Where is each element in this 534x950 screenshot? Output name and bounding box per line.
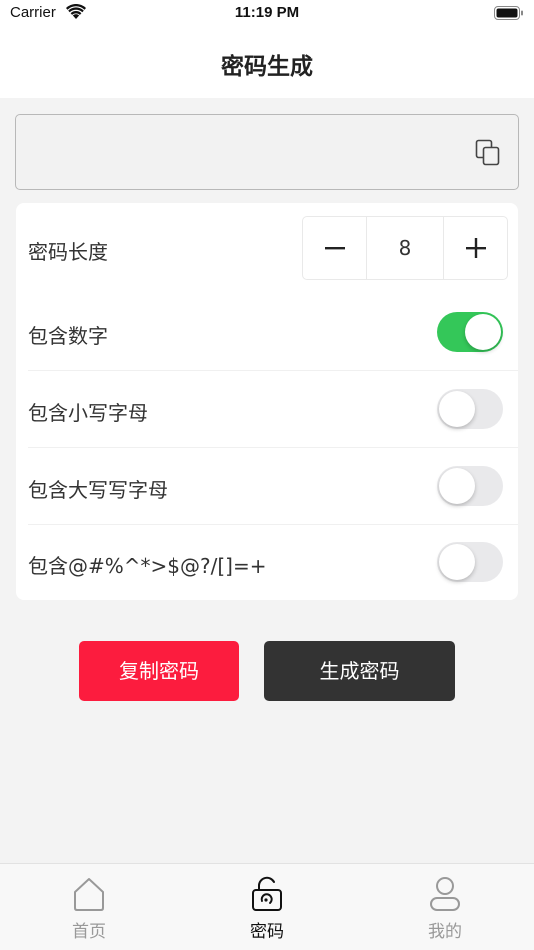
navigation-bar: 密码生成: [0, 30, 534, 98]
unlock-icon: [250, 876, 284, 916]
user-icon: [428, 876, 462, 916]
settings-card: 密码长度 8 包含数字 包含小写字母 包含大写写字母 包含@#%^*>$@?/[…: [16, 203, 518, 600]
home-icon: [72, 876, 106, 916]
plus-icon: [466, 238, 486, 258]
decrement-button[interactable]: [303, 217, 367, 279]
increment-button[interactable]: [443, 217, 507, 279]
tab-label: 密码: [250, 922, 284, 942]
toggle-label: 包含数字: [28, 324, 108, 348]
tab-label: 我的: [428, 922, 462, 942]
toggle-knob: [439, 544, 475, 580]
password-display: [15, 114, 519, 190]
tab-home[interactable]: 首页: [0, 864, 178, 950]
length-value: 8: [398, 236, 412, 260]
length-stepper: 8: [302, 216, 508, 280]
copy-icon[interactable]: [475, 139, 501, 171]
status-time: 11:19 PM: [234, 4, 300, 21]
toggle-row-symbols: 包含@#%^*>$@?/[]=+: [16, 525, 518, 600]
toggle-label: 包含大写写字母: [28, 478, 168, 502]
tab-bar: 首页 密码 我的: [0, 863, 534, 950]
toggle-row-uppercase: 包含大写写字母: [16, 448, 518, 525]
toggle-row-lowercase: 包含小写字母: [16, 371, 518, 448]
tab-password[interactable]: 密码: [178, 864, 356, 950]
symbols-toggle[interactable]: [437, 542, 503, 582]
lowercase-toggle[interactable]: [437, 389, 503, 429]
minus-icon: [325, 247, 345, 250]
toggle-row-digits: 包含数字: [16, 293, 518, 371]
copy-password-button[interactable]: 复制密码: [79, 641, 239, 701]
toggle-knob: [465, 314, 501, 350]
toggle-label: 包含@#%^*>$@?/[]=+: [28, 554, 267, 578]
digits-toggle[interactable]: [437, 312, 503, 352]
battery-icon: [494, 6, 524, 25]
toggle-knob: [439, 391, 475, 427]
tab-label: 首页: [72, 922, 106, 942]
length-label: 密码长度: [28, 240, 108, 264]
uppercase-toggle[interactable]: [437, 466, 503, 506]
toggle-label: 包含小写字母: [28, 401, 148, 425]
length-row: 密码长度 8: [16, 203, 518, 293]
status-bar: Carrier 11:19 PM: [0, 0, 534, 30]
generate-password-button[interactable]: 生成密码: [264, 641, 455, 701]
toggle-knob: [439, 468, 475, 504]
page-title: 密码生成: [221, 54, 313, 80]
tab-profile[interactable]: 我的: [356, 864, 534, 950]
